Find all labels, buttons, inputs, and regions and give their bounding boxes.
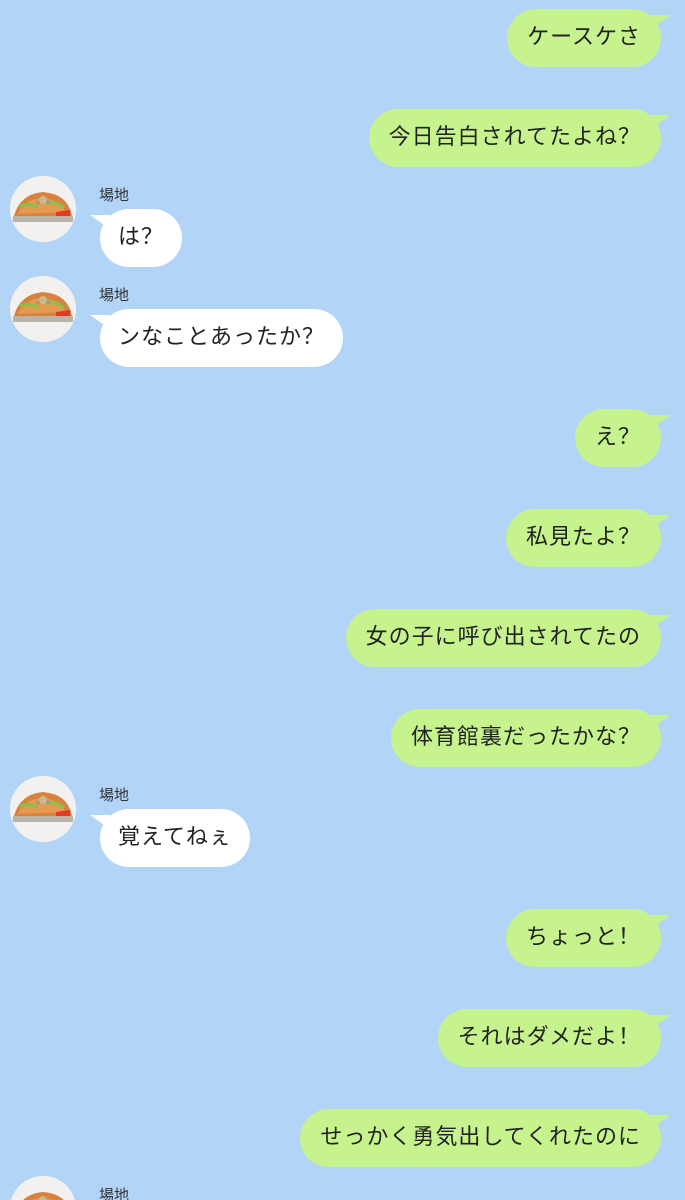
incoming-message-group: 場地 は？: [0, 176, 685, 276]
incoming-message[interactable]: 覚えてねぇ: [90, 809, 250, 867]
incoming-message[interactable]: は？: [89, 209, 183, 267]
chat-area[interactable]: ケースケさ 今日告白されてたよね？ 場地 は？ 場地 ンなことあったか？ え？ …: [0, 0, 685, 1200]
outgoing-message[interactable]: それはダメだよ！: [437, 1009, 672, 1067]
outgoing-message[interactable]: え？: [574, 409, 672, 467]
incoming-message[interactable]: ンなことあったか？: [89, 309, 344, 367]
outgoing-message[interactable]: 体育館裏だったかな？: [390, 709, 672, 767]
outgoing-message[interactable]: 私見たよ？: [505, 509, 672, 567]
food-avatar-icon[interactable]: [10, 276, 76, 342]
outgoing-message[interactable]: ちょっと！: [505, 909, 672, 967]
incoming-message-group: 場地: [0, 1176, 685, 1200]
outgoing-message[interactable]: ケースケさ: [507, 9, 671, 67]
outgoing-message[interactable]: 今日告白されてたよね？: [368, 109, 672, 167]
food-avatar-icon[interactable]: [10, 176, 76, 242]
incoming-message-group: 場地 覚えてねぇ: [0, 776, 685, 876]
food-avatar-icon[interactable]: [10, 1176, 76, 1200]
outgoing-message[interactable]: せっかく勇気出してくれたのに: [300, 1109, 671, 1167]
incoming-message-group: 場地 ンなことあったか？: [0, 276, 685, 376]
sender-name: 場地: [99, 1186, 130, 1200]
sender-name: 場地: [99, 286, 130, 304]
food-avatar-icon[interactable]: [10, 776, 76, 842]
outgoing-message[interactable]: 女の子に呼び出されてたの: [345, 609, 672, 667]
sender-name: 場地: [99, 186, 130, 204]
sender-name: 場地: [99, 786, 130, 804]
